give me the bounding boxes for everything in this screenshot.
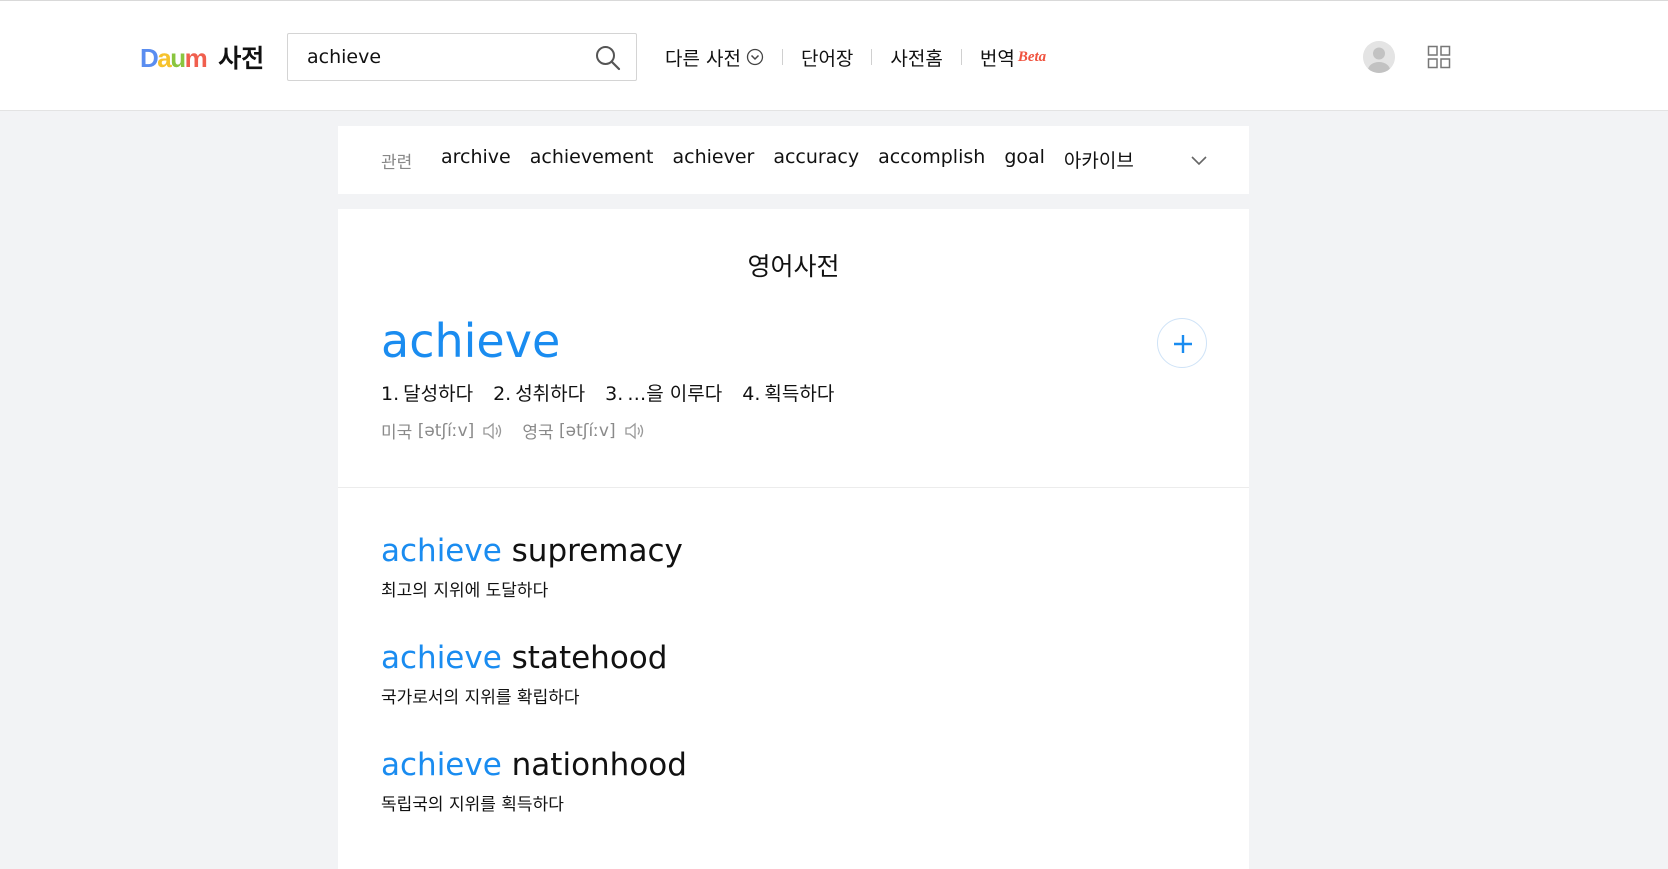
example-keyword[interactable]: achieve xyxy=(381,533,502,569)
search-box xyxy=(287,33,637,81)
meaning-item: 2. 성취하다 xyxy=(493,383,586,405)
daum-logo[interactable]: Daum xyxy=(140,45,208,71)
pronunciation-region: 미국 xyxy=(381,423,413,443)
headword[interactable]: achieve xyxy=(381,318,560,364)
top-header: Daum 사전 다른 사전 단어장 사전홈 번역 Beta xyxy=(0,0,1668,111)
speaker-icon[interactable] xyxy=(482,422,504,440)
nav-translate[interactable]: 번역 Beta xyxy=(980,44,1046,71)
apps-menu-button[interactable] xyxy=(1427,45,1451,69)
example-phrase: achieve supremacy xyxy=(381,533,683,569)
search-button[interactable] xyxy=(594,44,622,72)
related-word[interactable]: archive xyxy=(441,146,511,173)
speaker-icon[interactable] xyxy=(624,422,646,440)
plus-icon xyxy=(1174,335,1192,353)
apps-grid-icon xyxy=(1427,45,1451,69)
related-word[interactable]: accuracy xyxy=(773,146,859,173)
nav-dictionary-home[interactable]: 사전홈 xyxy=(890,44,942,71)
add-to-wordbook-button[interactable] xyxy=(1157,318,1207,368)
related-word[interactable]: 아카이브 xyxy=(1064,146,1134,173)
beta-badge: Beta xyxy=(1017,48,1047,65)
related-words-bar: 관련 archive achievement achiever accuracy… xyxy=(338,126,1249,194)
search-icon xyxy=(596,46,621,71)
example-keyword[interactable]: achieve xyxy=(381,747,502,783)
user-avatar-icon xyxy=(1363,41,1395,73)
dictionary-section-title: 영어사전 xyxy=(338,247,1249,283)
example-keyword[interactable]: achieve xyxy=(381,640,502,676)
dictionary-card: 영어사전 achieve 1. 달성하다 2. 성취하다 3. …을 이루다 4. 획득… xyxy=(338,209,1249,869)
example-translation: 독립국의 지위를 획득하다 xyxy=(381,794,564,815)
section-divider xyxy=(338,487,1249,488)
pronunciation-row: 미국 [ətʃíːv] 영국 [ətʃíːv] xyxy=(381,418,664,443)
pronunciation-uk: 영국 [ətʃíːv] xyxy=(522,418,645,443)
pronunciation-us: 미국 [ətʃíːv] xyxy=(381,418,504,443)
daum-dictionary-logo[interactable]: Daum 사전 xyxy=(140,43,264,73)
example-item: achieve nationhood 독립국의 지위를 획득하다 xyxy=(381,747,687,855)
nav-divider xyxy=(960,49,962,65)
example-translation: 최고의 지위에 도달하다 xyxy=(381,580,549,601)
nav-wordbook[interactable]: 단어장 xyxy=(801,44,853,71)
nav-divider xyxy=(781,49,783,65)
nav-divider xyxy=(871,49,873,65)
pronunciation-ipa: [ətʃíːv] xyxy=(559,420,616,441)
nav-other-dictionaries[interactable]: 다른 사전 xyxy=(665,44,764,71)
example-phrase: achieve nationhood xyxy=(381,747,687,783)
service-name[interactable]: 사전 xyxy=(218,46,264,71)
related-word[interactable]: achiever xyxy=(672,146,754,173)
meaning-item: 4. 획득하다 xyxy=(742,383,835,405)
related-word[interactable]: accomplish xyxy=(878,146,985,173)
expand-related-button[interactable] xyxy=(1189,150,1209,170)
related-word[interactable]: goal xyxy=(1004,146,1045,173)
meaning-item: 1. 달성하다 xyxy=(381,383,474,405)
example-item: achieve statehood 국가로서의 지위를 확립하다 xyxy=(381,640,687,748)
dictionary-title-text: 영어사전 xyxy=(727,247,860,283)
related-word[interactable]: achievement xyxy=(530,146,654,173)
pronunciation-ipa: [ətʃíːv] xyxy=(417,420,475,441)
example-phrases: achieve supremacy 최고의 지위에 도달하다 achieve s… xyxy=(381,533,687,855)
meaning-item: 3. …을 이루다 xyxy=(605,383,723,405)
example-translation: 국가로서의 지위를 확립하다 xyxy=(381,687,580,708)
pronunciation-region: 영국 xyxy=(522,423,554,443)
global-nav: 다른 사전 단어장 사전홈 번역 Beta xyxy=(665,43,1046,71)
search-input[interactable] xyxy=(307,43,577,71)
example-phrase: achieve statehood xyxy=(381,640,668,676)
user-avatar-button[interactable] xyxy=(1363,41,1395,73)
chevron-down-icon xyxy=(1191,156,1207,166)
related-words-list: archive achievement achiever accuracy ac… xyxy=(441,146,1153,173)
related-label: 관련 xyxy=(381,153,413,173)
chevron-down-icon xyxy=(746,48,764,66)
example-item: achieve supremacy 최고의 지위에 도달하다 xyxy=(381,533,687,641)
meanings-list: 1. 달성하다 2. 성취하다 3. …을 이루다 4. 획득하다 xyxy=(381,379,854,406)
